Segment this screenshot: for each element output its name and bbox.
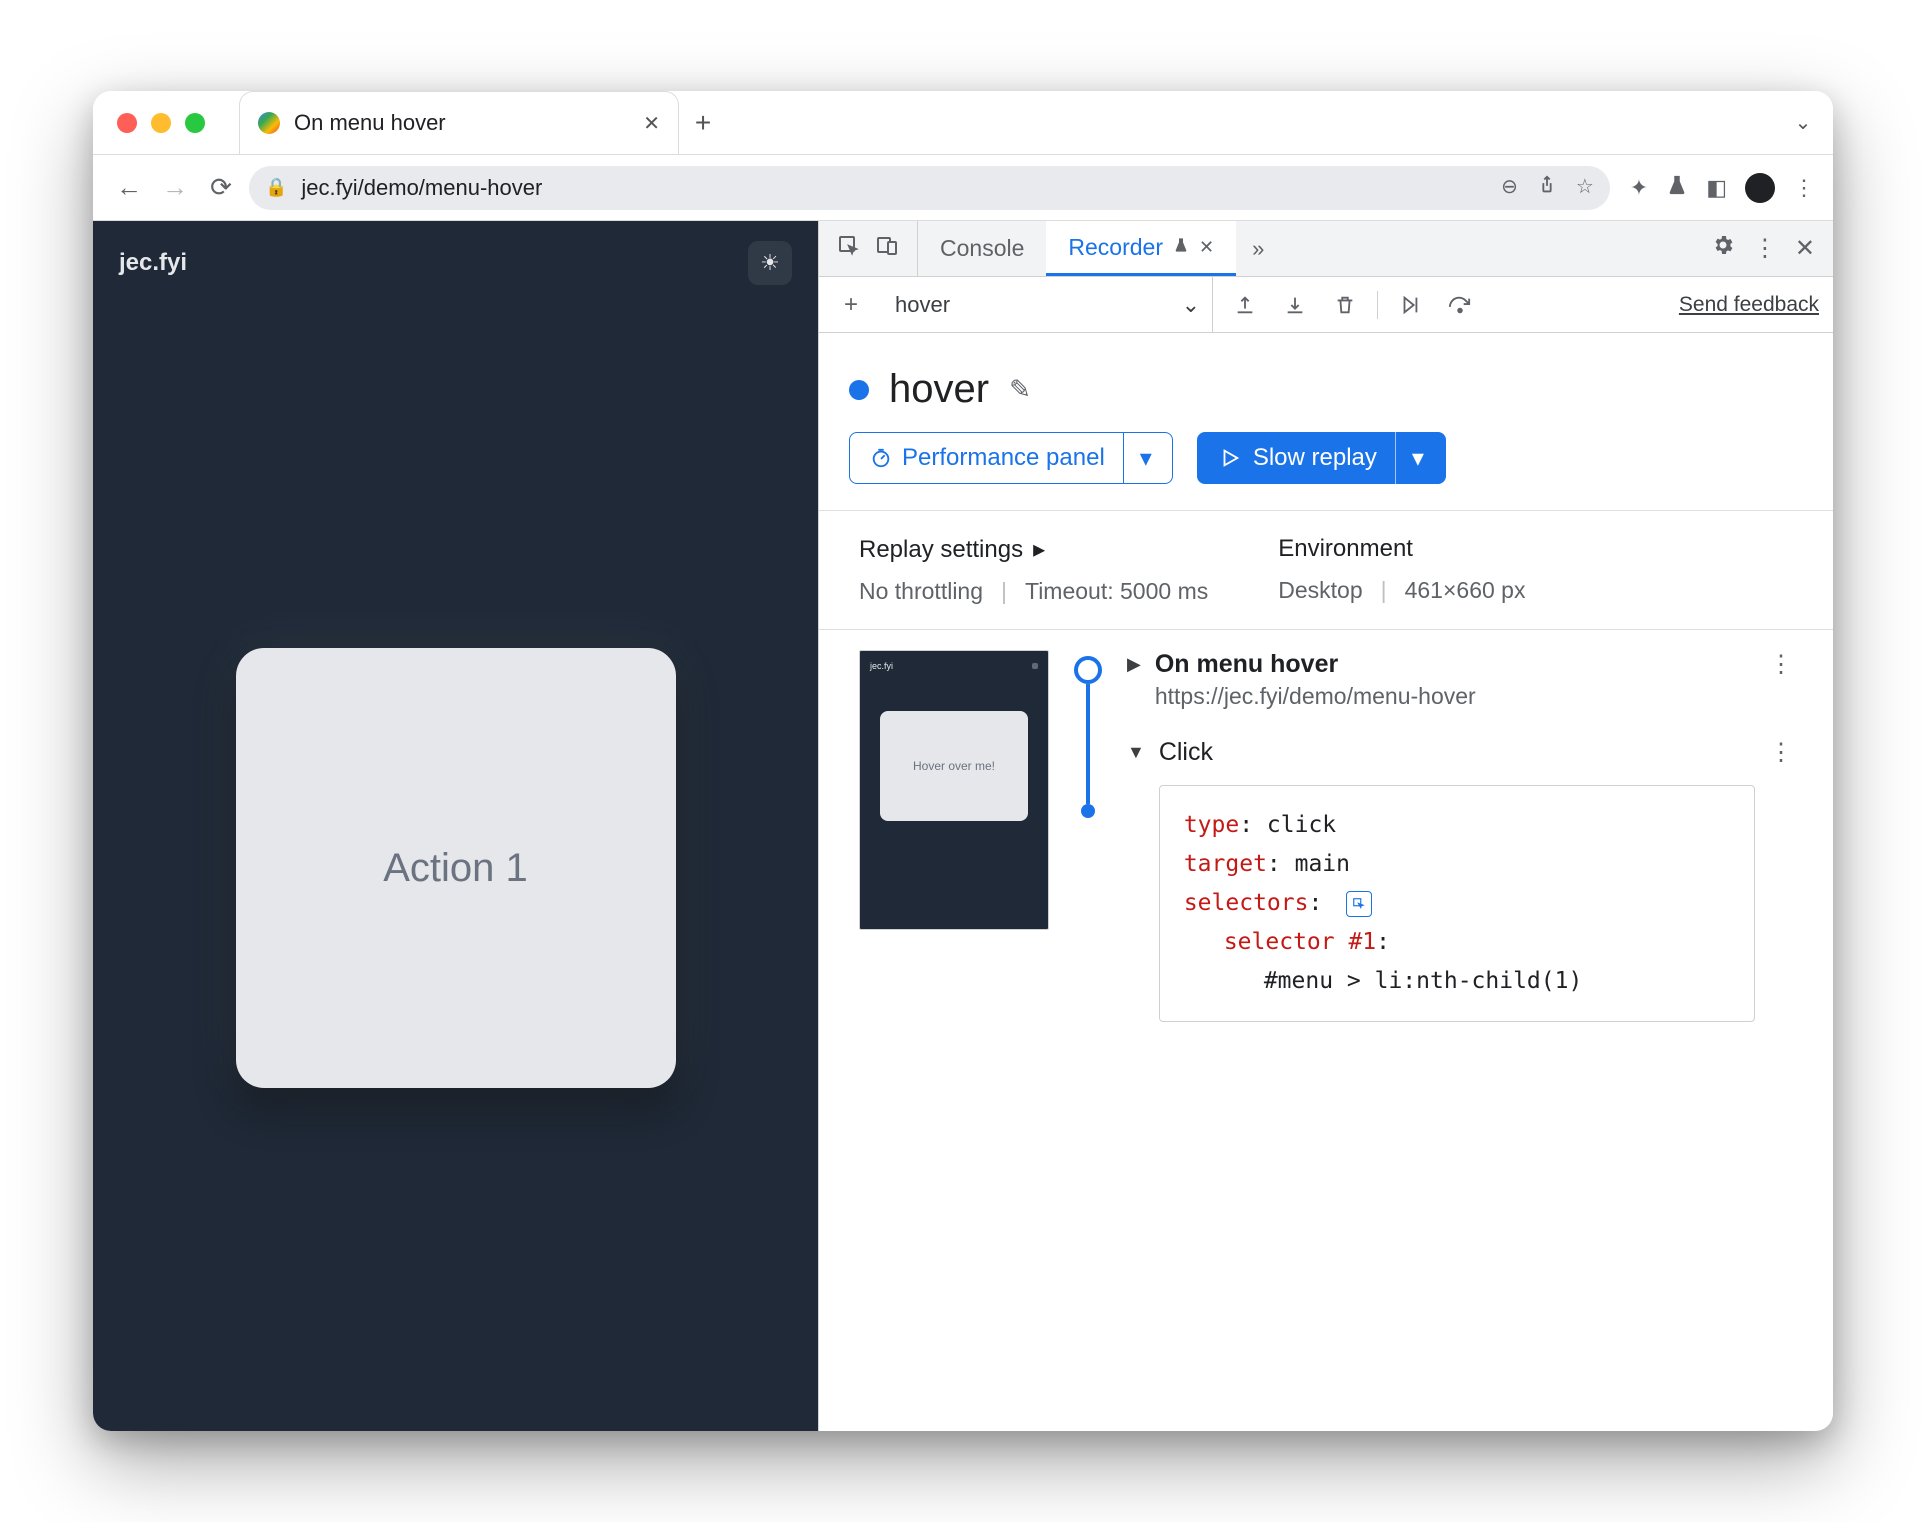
timeline-start-icon [1074,656,1102,684]
lock-icon: 🔒 [265,177,287,198]
step-over-icon[interactable] [1442,287,1478,323]
settings-icon[interactable] [1711,233,1735,264]
devtools-panel: Console Recorder ✕ » ⋮ [818,221,1833,1431]
close-window-icon[interactable] [117,113,137,133]
titlebar: On menu hover ✕ + ⌄ [93,91,1833,155]
tab-recorder[interactable]: Recorder ✕ [1046,221,1236,276]
tab-close-icon[interactable]: ✕ [643,111,660,136]
chevron-right-icon: ▸ [1033,535,1045,564]
recording-select[interactable]: hover ⌄ [883,277,1213,332]
chevron-down-icon[interactable]: ▾ [1123,433,1152,483]
throttling-value: No throttling [859,578,983,605]
env-size: 461×660 px [1405,577,1526,604]
replay-settings-heading[interactable]: Replay settings ▸ [859,535,1208,564]
recording-header: hover ✎ [819,333,1833,432]
tab-overflow-icon[interactable]: ⌄ [1773,91,1833,154]
new-tab-button[interactable]: + [679,91,727,154]
timeline-step-icon [1081,804,1095,818]
bookmark-icon[interactable]: ☆ [1576,174,1594,202]
extensions-icon[interactable]: ✦ [1630,175,1648,201]
extension-icons: ✦ ◧ ⋮ [1620,173,1815,203]
tab-overflow-icon[interactable]: » [1236,221,1280,276]
screenshot-thumbnail[interactable]: jec.fyi Hover over me! [859,650,1049,930]
window-controls [93,91,229,154]
zoom-out-icon[interactable]: ⊖ [1501,174,1518,202]
page-brand[interactable]: jec.fyi [119,249,187,277]
performance-panel-button[interactable]: Performance panel ▾ [849,432,1173,484]
export-icon[interactable] [1227,287,1263,323]
browser-tab[interactable]: On menu hover ✕ [239,91,679,154]
labs-icon[interactable] [1666,174,1688,202]
env-device: Desktop [1278,577,1362,604]
step-icon[interactable] [1392,287,1428,323]
recording-title: hover [889,367,989,412]
import-icon[interactable] [1277,287,1313,323]
step-timeline [1069,650,1107,1022]
devtools-tabbar: Console Recorder ✕ » ⋮ [819,221,1833,277]
step-more-icon[interactable]: ⋮ [1769,650,1793,679]
slow-replay-button[interactable]: Slow replay ▾ [1197,432,1446,484]
address-bar[interactable]: 🔒 jec.fyi/demo/menu-hover ⊖ ☆ [249,166,1610,210]
step-more-icon[interactable]: ⋮ [1769,738,1793,767]
recorder-body: hover ✎ Performance panel ▾ Slow replay … [819,333,1833,1431]
selector-picker-icon[interactable] [1346,891,1372,917]
edit-title-icon[interactable]: ✎ [1009,374,1031,405]
more-icon[interactable]: ⋮ [1753,234,1777,263]
new-recording-button[interactable]: + [833,287,869,323]
tab-close-icon[interactable]: ✕ [1199,237,1214,258]
card-label: Action 1 [383,846,528,891]
url-text: jec.fyi/demo/menu-hover [301,175,542,201]
menu-icon[interactable]: ⋮ [1793,175,1815,201]
forward-button[interactable]: → [157,170,193,206]
pin-icon [1173,237,1189,258]
profile-avatar[interactable] [1745,173,1775,203]
send-feedback-link[interactable]: Send feedback [1679,293,1819,317]
chevron-down-icon: ▼ [1127,742,1145,763]
minimize-window-icon[interactable] [151,113,171,133]
timeout-value: Timeout: 5000 ms [1025,578,1208,605]
page-viewport: jec.fyi ☀ Action 1 [93,221,818,1431]
maximize-window-icon[interactable] [185,113,205,133]
reload-button[interactable]: ⟳ [203,170,239,206]
delete-icon[interactable] [1327,287,1363,323]
tab-title: On menu hover [294,110,446,136]
inspect-icon[interactable] [837,234,861,264]
close-devtools-icon[interactable]: ✕ [1795,234,1815,263]
hover-card[interactable]: Action 1 [236,648,676,1088]
toolbar: ← → ⟳ 🔒 jec.fyi/demo/menu-hover ⊖ ☆ ✦ ◧ … [93,155,1833,221]
device-toggle-icon[interactable] [875,234,899,264]
share-icon[interactable] [1536,174,1558,202]
chevron-right-icon: ▶ [1127,654,1141,675]
theme-toggle-button[interactable]: ☀ [748,241,792,285]
favicon-icon [258,112,280,134]
recorder-toolbar: + hover ⌄ [819,277,1833,333]
panel-icon[interactable]: ◧ [1706,175,1727,201]
browser-window: On menu hover ✕ + ⌄ ← → ⟳ 🔒 jec.fyi/demo… [93,91,1833,1431]
step-click[interactable]: ▼ Click type: click target: main selecto… [1127,738,1793,1022]
replay-settings: Replay settings ▸ No throttling | Timeou… [819,510,1833,630]
chevron-down-icon[interactable]: ▾ [1395,432,1424,484]
step-details: type: click target: main selectors: sele… [1159,785,1755,1022]
environment-heading: Environment [1278,535,1525,563]
tab-console[interactable]: Console [918,221,1046,276]
chevron-down-icon: ⌄ [1182,292,1200,318]
step-navigate[interactable]: ▶ On menu hover https://jec.fyi/demo/men… [1127,650,1793,710]
back-button[interactable]: ← [111,170,147,206]
recording-indicator-icon [849,380,869,400]
